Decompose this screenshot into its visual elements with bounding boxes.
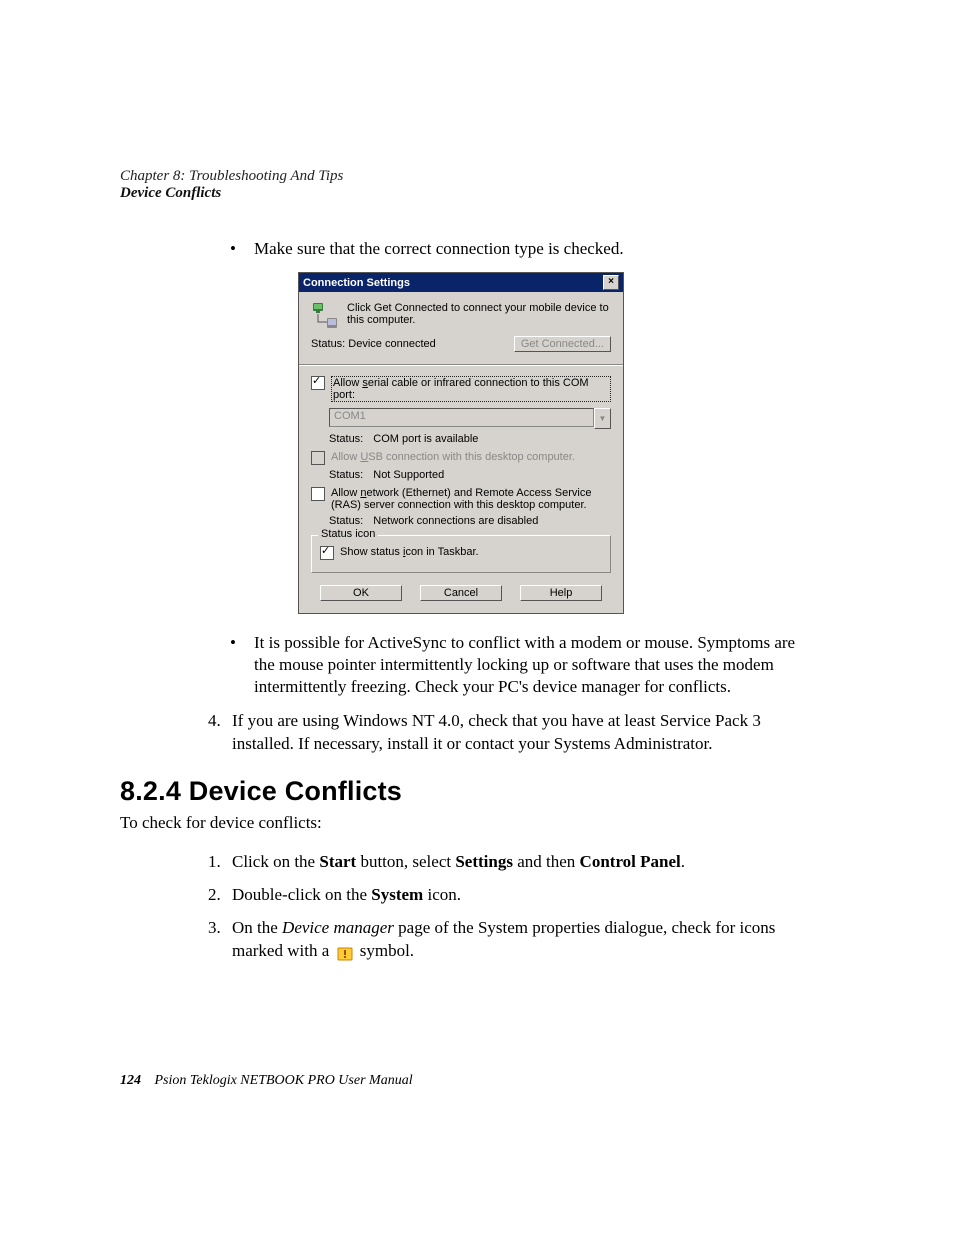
section-intro: To check for device conflicts:	[120, 813, 820, 833]
dialog-title: Connection Settings	[303, 277, 410, 289]
step-text: If you are using Windows NT 4.0, check t…	[232, 710, 820, 756]
com-port-combo[interactable]: COM1 ▼	[329, 408, 611, 429]
fieldset-legend: Status icon	[318, 528, 378, 540]
device-sync-icon	[311, 302, 339, 330]
section-heading: 8.2.4 Device Conflicts	[120, 776, 820, 807]
dialog-top: Click Get Connected to connect your mobi…	[311, 302, 611, 352]
network-status-row: Status: Network connections are disabled	[329, 515, 611, 527]
page-number: 124	[120, 1073, 141, 1088]
close-icon[interactable]: ×	[603, 275, 619, 290]
step-text: On the Device manager page of the System…	[232, 917, 820, 963]
bullet-mark: •	[230, 238, 254, 260]
list-item: 1. Click on the Start button, select Set…	[208, 851, 820, 874]
section-subtitle: Device Conflicts	[120, 185, 820, 202]
usb-status-row: Status: Not Supported	[329, 469, 611, 481]
page-footer: 124 Psion Teklogix NETBOOK PRO User Manu…	[120, 1073, 413, 1089]
cancel-button[interactable]: Cancel	[420, 585, 502, 601]
serial-checkbox-row: Allow serial cable or infrared connectio…	[311, 376, 611, 402]
bullet-text: It is possible for ActiveSync to conflic…	[254, 632, 820, 698]
bullet-mark: •	[230, 632, 254, 698]
serial-checkbox-label: Allow serial cable or infrared connectio…	[331, 376, 611, 402]
page-content: Chapter 8: Troubleshooting And Tips Devi…	[120, 168, 820, 973]
chevron-down-icon[interactable]: ▼	[594, 408, 611, 429]
connection-settings-dialog: Connection Settings × Click Get Connecte…	[298, 272, 624, 614]
step-text: Click on the Start button, select Settin…	[232, 851, 685, 874]
bullet-list: • Make sure that the correct connection …	[230, 238, 820, 260]
help-button[interactable]: Help	[520, 585, 602, 601]
numbered-list: 4. If you are using Windows NT 4.0, chec…	[208, 710, 820, 756]
dialog-button-row: OK Cancel Help	[311, 585, 611, 601]
show-icon-label: Show status icon in Taskbar.	[340, 546, 479, 558]
list-item: 4. If you are using Windows NT 4.0, chec…	[208, 710, 820, 756]
network-checkbox[interactable]	[311, 487, 325, 501]
divider	[299, 364, 623, 366]
get-connected-button[interactable]: Get Connected...	[514, 336, 611, 352]
list-number: 1.	[208, 851, 232, 874]
serial-checkbox[interactable]	[311, 376, 325, 390]
device-conflicts-steps: 1. Click on the Start button, select Set…	[208, 851, 820, 963]
chapter-header: Chapter 8: Troubleshooting And Tips	[120, 168, 820, 185]
ok-button[interactable]: OK	[320, 585, 402, 601]
serial-status-row: Status: COM port is available	[329, 433, 611, 445]
list-number: 4.	[208, 710, 232, 756]
bullet-text: Make sure that the correct connection ty…	[254, 238, 624, 260]
list-item: • It is possible for ActiveSync to confl…	[230, 632, 820, 698]
dialog-instruction: Click Get Connected to connect your mobi…	[347, 302, 611, 326]
titlebar: Connection Settings ×	[299, 273, 623, 292]
step-text: Double-click on the System icon.	[232, 884, 461, 907]
footer-text: Psion Teklogix NETBOOK PRO User Manual	[155, 1073, 413, 1088]
status-icon-fieldset: Status icon Show status icon in Taskbar.	[311, 535, 611, 573]
bullet-list-2: • It is possible for ActiveSync to confl…	[230, 632, 820, 698]
dialog-body: Click Get Connected to connect your mobi…	[299, 292, 623, 613]
show-icon-checkbox[interactable]	[320, 546, 334, 560]
show-icon-row: Show status icon in Taskbar.	[320, 546, 602, 560]
network-checkbox-row: Allow network (Ethernet) and Remote Acce…	[311, 487, 611, 511]
usb-checkbox[interactable]	[311, 451, 325, 465]
usb-checkbox-row: Allow USB connection with this desktop c…	[311, 451, 611, 465]
list-number: 2.	[208, 884, 232, 907]
list-item: • Make sure that the correct connection …	[230, 238, 820, 260]
list-number: 3.	[208, 917, 232, 963]
list-item: 2. Double-click on the System icon.	[208, 884, 820, 907]
list-item: 3. On the Device manager page of the Sys…	[208, 917, 820, 963]
device-status: Status: Device connected	[311, 338, 436, 350]
warning-icon	[337, 945, 353, 959]
usb-checkbox-label: Allow USB connection with this desktop c…	[331, 451, 575, 463]
com-port-value: COM1	[329, 408, 594, 427]
network-checkbox-label: Allow network (Ethernet) and Remote Acce…	[331, 487, 611, 511]
